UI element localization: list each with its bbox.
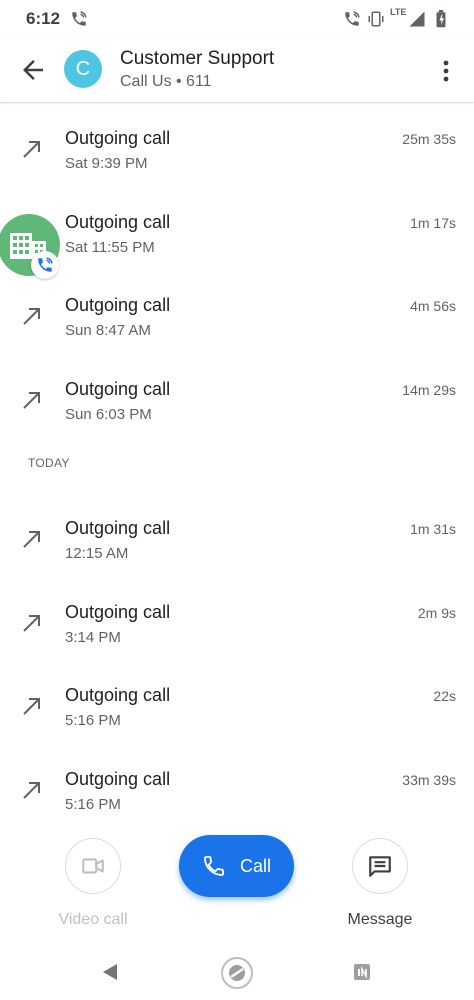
ongoing-call-badge xyxy=(31,251,59,279)
outgoing-call-icon xyxy=(23,698,40,715)
call-type: Outgoing call xyxy=(65,518,171,538)
call-duration: 25m 35s xyxy=(402,131,456,147)
call-type: Outgoing call xyxy=(65,212,171,232)
video-call-button[interactable] xyxy=(65,838,121,894)
system-nav-bar xyxy=(0,948,474,1000)
outgoing-call-icon xyxy=(23,141,40,158)
signal-icon xyxy=(409,11,425,27)
call-duration: 1m 17s xyxy=(410,215,456,231)
phone-in-progress-icon xyxy=(38,257,53,272)
message-bubble-icon xyxy=(369,856,391,877)
call-time: Sun 6:03 PM xyxy=(65,406,152,423)
call-time: Sun 8:47 AM xyxy=(65,322,151,339)
wifi-calling-icon xyxy=(72,11,87,26)
call-row[interactable]: Outgoing call Sun 8:47 AM 4m 56s xyxy=(0,276,474,360)
call-row[interactable]: Outgoing call Sat 11:55 PM 1m 17s xyxy=(0,193,474,277)
call-time: 3:14 PM xyxy=(65,629,121,646)
call-button[interactable]: Call xyxy=(179,835,294,897)
video-call-label: Video call xyxy=(58,911,128,928)
call-type: Outgoing call xyxy=(65,769,171,789)
call-type: Outgoing call xyxy=(65,379,171,399)
more-options-icon[interactable] xyxy=(436,58,456,84)
call-row[interactable]: Outgoing call 3:14 PM 2m 9s xyxy=(0,583,474,667)
message-button[interactable] xyxy=(352,838,408,894)
network-type: LTE xyxy=(390,7,407,17)
status-bar: 6:12 LTE xyxy=(0,0,474,38)
call-duration: 33m 39s xyxy=(402,772,456,788)
battery-icon xyxy=(436,10,446,28)
nav-back-icon[interactable] xyxy=(100,962,120,982)
call-row[interactable]: Outgoing call Sun 6:03 PM 14m 29s xyxy=(0,360,474,444)
contact-avatar: C xyxy=(64,50,102,88)
call-duration: 22s xyxy=(433,688,456,704)
app-header: C Customer Support Call Us • 611 xyxy=(0,38,474,102)
vibrate-icon xyxy=(368,11,384,27)
status-time: 6:12 xyxy=(26,9,61,28)
message-label: Message xyxy=(347,911,413,928)
call-time: 5:16 PM xyxy=(65,796,121,813)
call-type: Outgoing call xyxy=(65,602,171,622)
call-time: 12:15 AM xyxy=(65,545,129,562)
call-row[interactable]: Outgoing call 5:16 PM 33m 39s xyxy=(0,750,474,834)
call-active-icon xyxy=(345,11,360,26)
outgoing-call-icon xyxy=(23,782,40,799)
nav-home-icon[interactable] xyxy=(220,956,254,990)
call-duration: 4m 56s xyxy=(410,298,456,314)
call-duration: 14m 29s xyxy=(402,382,456,398)
call-row[interactable]: Outgoing call Sat 9:39 PM 25m 35s xyxy=(0,109,474,193)
contact-name: Customer Support xyxy=(120,48,275,69)
section-header-today: TODAY xyxy=(28,456,70,470)
call-type: Outgoing call xyxy=(65,685,171,705)
phone-icon xyxy=(204,856,224,876)
call-type: Outgoing call xyxy=(65,128,171,148)
call-time: Sat 11:55 PM xyxy=(65,239,155,256)
outgoing-call-icon xyxy=(23,615,40,632)
call-duration: 2m 9s xyxy=(417,605,456,621)
call-time: Sat 9:39 PM xyxy=(65,155,148,172)
contact-subtitle: Call Us • 611 xyxy=(120,73,212,90)
call-row[interactable]: Outgoing call 5:16 PM 22s xyxy=(0,666,474,750)
nav-recents-icon[interactable] xyxy=(353,963,371,981)
call-row[interactable]: Outgoing call 12:15 AM 1m 31s xyxy=(0,499,474,583)
call-duration: 1m 31s xyxy=(410,521,456,537)
call-button-label: Call xyxy=(239,855,271,876)
call-time: 5:16 PM xyxy=(65,712,121,729)
back-arrow-icon[interactable] xyxy=(18,55,48,85)
outgoing-call-icon xyxy=(23,308,40,325)
call-type: Outgoing call xyxy=(65,295,171,315)
outgoing-call-icon xyxy=(23,392,40,409)
outgoing-call-icon xyxy=(23,531,40,548)
video-camera-icon xyxy=(82,858,104,874)
